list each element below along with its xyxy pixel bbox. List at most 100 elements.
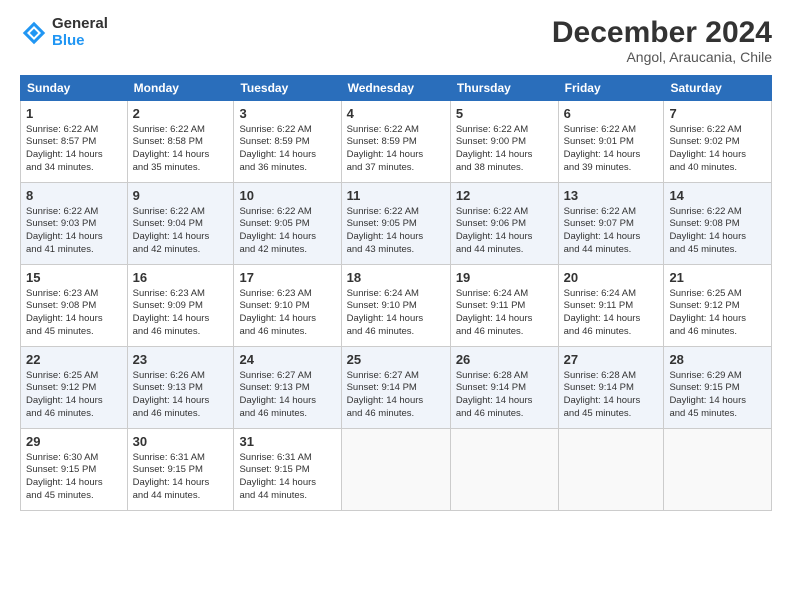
day-number: 25 [347, 351, 445, 369]
day-number: 15 [26, 269, 122, 287]
day-info: Sunrise: 6:24 AM Sunset: 9:10 PM Dayligh… [347, 288, 445, 339]
col-sunday: Sunday [21, 76, 128, 101]
calendar-cell: 27Sunrise: 6:28 AM Sunset: 9:14 PM Dayli… [558, 347, 664, 429]
day-number: 16 [133, 269, 229, 287]
calendar-cell: 4Sunrise: 6:22 AM Sunset: 8:59 PM Daylig… [341, 101, 450, 183]
day-info: Sunrise: 6:25 AM Sunset: 9:12 PM Dayligh… [26, 370, 122, 421]
day-info: Sunrise: 6:22 AM Sunset: 9:06 PM Dayligh… [456, 206, 553, 257]
logo-icon [20, 19, 48, 47]
day-info: Sunrise: 6:22 AM Sunset: 8:57 PM Dayligh… [26, 124, 122, 175]
logo-blue-text: Blue [52, 32, 85, 49]
calendar-cell: 20Sunrise: 6:24 AM Sunset: 9:11 PM Dayli… [558, 265, 664, 347]
table-row: 15Sunrise: 6:23 AM Sunset: 9:08 PM Dayli… [21, 265, 772, 347]
calendar-cell: 28Sunrise: 6:29 AM Sunset: 9:15 PM Dayli… [664, 347, 772, 429]
table-row: 29Sunrise: 6:30 AM Sunset: 9:15 PM Dayli… [21, 429, 772, 511]
day-info: Sunrise: 6:22 AM Sunset: 8:59 PM Dayligh… [347, 124, 445, 175]
calendar-cell: 9Sunrise: 6:22 AM Sunset: 9:04 PM Daylig… [127, 183, 234, 265]
calendar-cell: 19Sunrise: 6:24 AM Sunset: 9:11 PM Dayli… [450, 265, 558, 347]
month-title: December 2024 [552, 16, 772, 49]
day-info: Sunrise: 6:22 AM Sunset: 9:07 PM Dayligh… [564, 206, 659, 257]
location-subtitle: Angol, Araucania, Chile [552, 49, 772, 65]
day-number: 11 [347, 187, 445, 205]
day-number: 3 [239, 105, 335, 123]
day-number: 14 [669, 187, 766, 205]
day-number: 26 [456, 351, 553, 369]
calendar-cell: 25Sunrise: 6:27 AM Sunset: 9:14 PM Dayli… [341, 347, 450, 429]
day-info: Sunrise: 6:28 AM Sunset: 9:14 PM Dayligh… [564, 370, 659, 421]
day-number: 30 [133, 433, 229, 451]
day-info: Sunrise: 6:22 AM Sunset: 9:05 PM Dayligh… [347, 206, 445, 257]
col-friday: Friday [558, 76, 664, 101]
day-info: Sunrise: 6:23 AM Sunset: 9:09 PM Dayligh… [133, 288, 229, 339]
calendar-cell: 8Sunrise: 6:22 AM Sunset: 9:03 PM Daylig… [21, 183, 128, 265]
day-number: 24 [239, 351, 335, 369]
calendar-cell: 23Sunrise: 6:26 AM Sunset: 9:13 PM Dayli… [127, 347, 234, 429]
col-tuesday: Tuesday [234, 76, 341, 101]
calendar-cell [450, 429, 558, 511]
calendar-cell: 6Sunrise: 6:22 AM Sunset: 9:01 PM Daylig… [558, 101, 664, 183]
calendar-cell: 26Sunrise: 6:28 AM Sunset: 9:14 PM Dayli… [450, 347, 558, 429]
calendar-cell: 17Sunrise: 6:23 AM Sunset: 9:10 PM Dayli… [234, 265, 341, 347]
day-number: 12 [456, 187, 553, 205]
calendar-cell [664, 429, 772, 511]
day-info: Sunrise: 6:22 AM Sunset: 9:02 PM Dayligh… [669, 124, 766, 175]
day-info: Sunrise: 6:23 AM Sunset: 9:10 PM Dayligh… [239, 288, 335, 339]
calendar-cell: 11Sunrise: 6:22 AM Sunset: 9:05 PM Dayli… [341, 183, 450, 265]
calendar-cell: 12Sunrise: 6:22 AM Sunset: 9:06 PM Dayli… [450, 183, 558, 265]
day-number: 4 [347, 105, 445, 123]
calendar-cell: 21Sunrise: 6:25 AM Sunset: 9:12 PM Dayli… [664, 265, 772, 347]
day-info: Sunrise: 6:22 AM Sunset: 9:00 PM Dayligh… [456, 124, 553, 175]
calendar-cell: 15Sunrise: 6:23 AM Sunset: 9:08 PM Dayli… [21, 265, 128, 347]
day-info: Sunrise: 6:31 AM Sunset: 9:15 PM Dayligh… [133, 452, 229, 503]
day-info: Sunrise: 6:22 AM Sunset: 9:08 PM Dayligh… [669, 206, 766, 257]
day-number: 23 [133, 351, 229, 369]
calendar-cell: 24Sunrise: 6:27 AM Sunset: 9:13 PM Dayli… [234, 347, 341, 429]
day-info: Sunrise: 6:27 AM Sunset: 9:14 PM Dayligh… [347, 370, 445, 421]
day-number: 5 [456, 105, 553, 123]
table-row: 1Sunrise: 6:22 AM Sunset: 8:57 PM Daylig… [21, 101, 772, 183]
day-number: 20 [564, 269, 659, 287]
day-info: Sunrise: 6:28 AM Sunset: 9:14 PM Dayligh… [456, 370, 553, 421]
col-wednesday: Wednesday [341, 76, 450, 101]
day-info: Sunrise: 6:31 AM Sunset: 9:15 PM Dayligh… [239, 452, 335, 503]
calendar-cell: 5Sunrise: 6:22 AM Sunset: 9:00 PM Daylig… [450, 101, 558, 183]
day-info: Sunrise: 6:25 AM Sunset: 9:12 PM Dayligh… [669, 288, 766, 339]
calendar-cell: 29Sunrise: 6:30 AM Sunset: 9:15 PM Dayli… [21, 429, 128, 511]
day-info: Sunrise: 6:26 AM Sunset: 9:13 PM Dayligh… [133, 370, 229, 421]
day-number: 21 [669, 269, 766, 287]
day-info: Sunrise: 6:22 AM Sunset: 8:59 PM Dayligh… [239, 124, 335, 175]
logo: General Blue [20, 16, 108, 49]
day-info: Sunrise: 6:27 AM Sunset: 9:13 PM Dayligh… [239, 370, 335, 421]
day-info: Sunrise: 6:22 AM Sunset: 9:04 PM Dayligh… [133, 206, 229, 257]
calendar-cell: 3Sunrise: 6:22 AM Sunset: 8:59 PM Daylig… [234, 101, 341, 183]
day-number: 6 [564, 105, 659, 123]
day-info: Sunrise: 6:22 AM Sunset: 9:03 PM Dayligh… [26, 206, 122, 257]
calendar-cell [558, 429, 664, 511]
calendar-cell: 7Sunrise: 6:22 AM Sunset: 9:02 PM Daylig… [664, 101, 772, 183]
day-info: Sunrise: 6:22 AM Sunset: 8:58 PM Dayligh… [133, 124, 229, 175]
calendar-cell: 10Sunrise: 6:22 AM Sunset: 9:05 PM Dayli… [234, 183, 341, 265]
day-number: 7 [669, 105, 766, 123]
calendar-cell: 31Sunrise: 6:31 AM Sunset: 9:15 PM Dayli… [234, 429, 341, 511]
day-number: 9 [133, 187, 229, 205]
table-row: 8Sunrise: 6:22 AM Sunset: 9:03 PM Daylig… [21, 183, 772, 265]
col-monday: Monday [127, 76, 234, 101]
day-info: Sunrise: 6:30 AM Sunset: 9:15 PM Dayligh… [26, 452, 122, 503]
logo-text: General Blue [52, 16, 108, 49]
day-number: 13 [564, 187, 659, 205]
calendar-cell: 14Sunrise: 6:22 AM Sunset: 9:08 PM Dayli… [664, 183, 772, 265]
day-number: 28 [669, 351, 766, 369]
col-saturday: Saturday [664, 76, 772, 101]
logo-general-text: General [52, 15, 108, 32]
calendar-cell: 18Sunrise: 6:24 AM Sunset: 9:10 PM Dayli… [341, 265, 450, 347]
calendar-cell: 13Sunrise: 6:22 AM Sunset: 9:07 PM Dayli… [558, 183, 664, 265]
day-number: 19 [456, 269, 553, 287]
day-number: 31 [239, 433, 335, 451]
day-number: 22 [26, 351, 122, 369]
calendar-table: Sunday Monday Tuesday Wednesday Thursday… [20, 75, 772, 511]
col-thursday: Thursday [450, 76, 558, 101]
title-block: December 2024 Angol, Araucania, Chile [552, 16, 772, 65]
day-info: Sunrise: 6:24 AM Sunset: 9:11 PM Dayligh… [564, 288, 659, 339]
day-number: 17 [239, 269, 335, 287]
page: General Blue December 2024 Angol, Arauca… [0, 0, 792, 612]
